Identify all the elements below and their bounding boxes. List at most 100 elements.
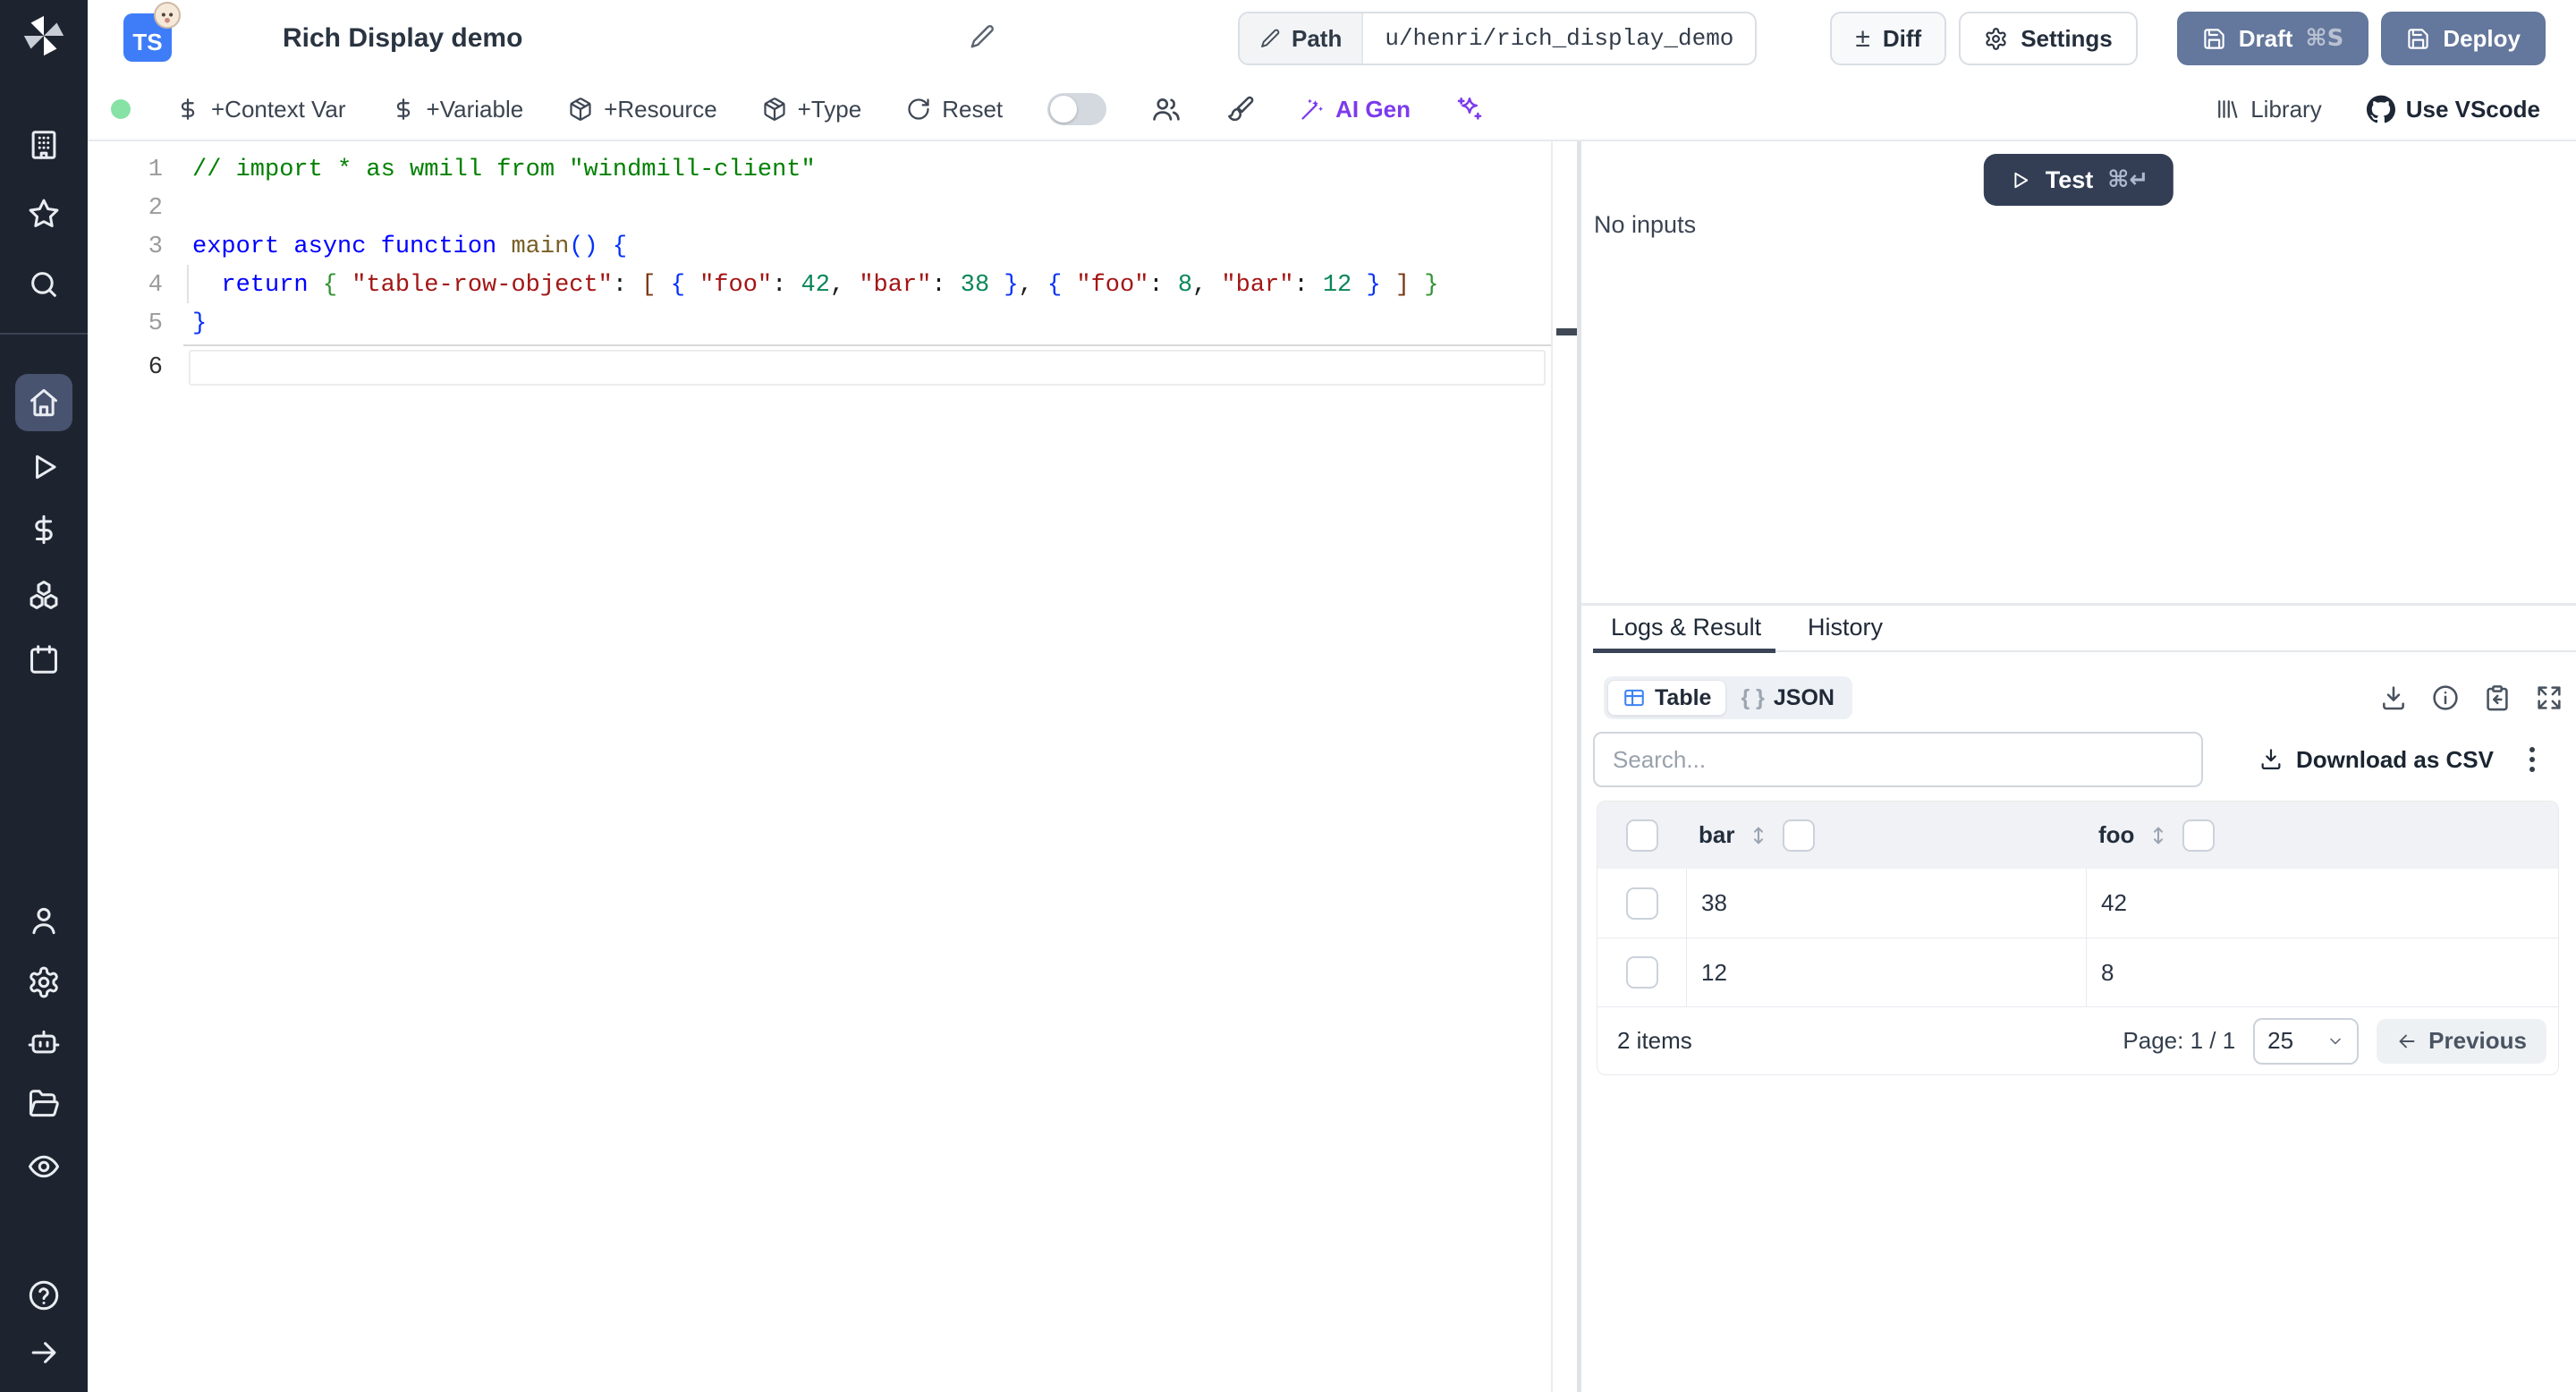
page-indicator: Page: 1 / 1	[2123, 1027, 2236, 1054]
sidebar-item-help[interactable]	[15, 1267, 72, 1324]
package-icon	[568, 97, 593, 122]
column-checkbox-bar[interactable]	[1783, 819, 1816, 852]
editor-toolbar: +Context Var +Variable +Resource +Type R…	[88, 79, 2576, 141]
sidebar-item-folders[interactable]	[15, 1075, 72, 1133]
sidebar-item-runs[interactable]	[15, 438, 72, 496]
no-inputs-text: No inputs	[1594, 211, 1697, 238]
toggle-knob	[1050, 96, 1078, 123]
add-resource-button[interactable]: +Resource	[568, 96, 717, 123]
sidebar-item-schedules[interactable]	[15, 631, 72, 688]
code-lines: 1// import * as wmill from "windmill-cli…	[88, 150, 1551, 343]
view-switch: Table { } JSON	[1604, 676, 1852, 719]
row-checkbox[interactable]	[1625, 956, 1658, 989]
sidebar-divider	[0, 333, 88, 335]
arrow-left-icon	[2396, 1031, 2418, 1052]
sidebar-item-workers[interactable]	[15, 1015, 72, 1073]
sparkles-icon[interactable]	[1455, 95, 1484, 123]
sidebar-item-account[interactable]	[15, 892, 72, 949]
view-table-button[interactable]: Table	[1607, 680, 1727, 716]
column-header-foo[interactable]: foo	[2098, 821, 2134, 849]
test-shortcut: ⌘↵	[2107, 166, 2149, 193]
edit-summary-pencil-icon[interactable]	[969, 23, 996, 50]
test-button[interactable]: Test ⌘↵	[1983, 154, 2174, 206]
sidebar-item-home[interactable]	[15, 374, 72, 431]
editor-rule	[183, 344, 1551, 346]
sort-icon[interactable]	[1747, 824, 1770, 847]
path-control[interactable]: Path u/henri/rich_display_demo	[1238, 12, 1758, 65]
users-icon[interactable]	[1151, 94, 1182, 124]
sidebar-item-search[interactable]	[15, 256, 72, 313]
sidebar-item-resources[interactable]	[15, 566, 72, 624]
search-input[interactable]	[1593, 732, 2203, 787]
star-icon	[27, 197, 61, 231]
column-header-bar[interactable]: bar	[1699, 821, 1734, 849]
download-icon	[2258, 747, 2284, 772]
download-result-icon[interactable]	[2379, 683, 2408, 712]
paintbrush-icon[interactable]	[1226, 95, 1255, 123]
code-line: 5}	[148, 310, 208, 337]
table-cell: 42	[2086, 869, 2558, 938]
table-row: 12 8	[1597, 938, 2558, 1006]
code-line: 3 export async function main() {	[148, 233, 628, 260]
sidebar-item-settings[interactable]	[15, 954, 72, 1011]
copy-result-icon[interactable]	[2483, 683, 2512, 712]
add-type-button[interactable]: +Type	[762, 96, 861, 123]
code-line: 1// import * as wmill from "windmill-cli…	[148, 156, 816, 183]
sort-icon[interactable]	[2147, 824, 2170, 847]
table-menu-button[interactable]	[2524, 742, 2540, 777]
refresh-icon	[906, 97, 931, 122]
chevron-down-icon	[2326, 1032, 2344, 1050]
row-checkbox[interactable]	[1625, 887, 1658, 920]
github-icon	[2366, 95, 2395, 123]
ai-gen-button[interactable]: AI Gen	[1300, 96, 1411, 123]
reset-button[interactable]: Reset	[906, 96, 1003, 123]
column-checkbox-foo[interactable]	[2182, 819, 2216, 852]
previous-page-button[interactable]: Previous	[2377, 1018, 2546, 1064]
eye-icon	[27, 1150, 61, 1184]
code-editor[interactable]: 1// import * as wmill from "windmill-cli…	[88, 141, 1553, 1392]
download-csv-button[interactable]: Download as CSV	[2258, 746, 2494, 774]
sidebar-expand-button[interactable]	[15, 1324, 72, 1381]
sidebar-item-audit-logs[interactable]	[15, 1138, 72, 1195]
expand-result-icon[interactable]	[2535, 683, 2563, 712]
add-variable-button[interactable]: +Variable	[391, 96, 523, 123]
use-vscode-button[interactable]: Use VScode	[2366, 95, 2540, 123]
result-toolbar: Table { } JSON	[1581, 673, 2576, 723]
page-size-select[interactable]: 25	[2253, 1017, 2360, 1065]
play-icon	[27, 450, 61, 484]
select-all-checkbox[interactable]	[1625, 819, 1658, 852]
path-value: u/henri/rich_display_demo	[1385, 25, 1734, 52]
draft-button[interactable]: Draft ⌘S	[2176, 12, 2369, 65]
sidebar-item-variables[interactable]	[15, 501, 72, 558]
calendar-icon	[27, 642, 61, 676]
result-tabs: Logs & Result History	[1581, 606, 2576, 653]
table-icon	[1623, 686, 1646, 709]
add-context-var-button[interactable]: +Context Var	[175, 96, 346, 123]
tabs-baseline	[1775, 650, 2576, 652]
dollar-icon	[27, 513, 61, 547]
settings-button[interactable]: Settings	[1959, 12, 2138, 65]
wand-icon	[1300, 97, 1325, 122]
tab-logs-and-result[interactable]: Logs & Result	[1611, 606, 1761, 649]
table-body: 38 42 12 8	[1597, 869, 2558, 1006]
library-icon	[2215, 97, 2240, 122]
diff-button[interactable]: ± Diff	[1830, 12, 1947, 65]
sidebar-item-workspace[interactable]	[15, 116, 72, 174]
table-cell: 8	[2086, 938, 2558, 1006]
line-number: 6	[148, 354, 163, 381]
windmill-logo[interactable]	[19, 11, 69, 61]
table-row: 38 42	[1597, 869, 2558, 938]
baby-emoji-badge	[154, 2, 181, 29]
view-json-button[interactable]: { } JSON	[1726, 680, 1849, 716]
boxes-icon	[27, 578, 61, 612]
tab-history[interactable]: History	[1808, 606, 1883, 649]
deploy-button[interactable]: Deploy	[2381, 12, 2546, 65]
diff-mode-toggle[interactable]	[1047, 93, 1107, 125]
arrow-right-icon	[27, 1336, 61, 1370]
library-button[interactable]: Library	[2215, 96, 2322, 123]
info-icon[interactable]	[2431, 683, 2460, 712]
path-label-segment[interactable]: Path	[1240, 13, 1364, 64]
sidebar-item-favorites[interactable]	[15, 185, 72, 242]
page-title: Rich Display demo	[283, 23, 523, 53]
building-icon	[27, 128, 61, 162]
